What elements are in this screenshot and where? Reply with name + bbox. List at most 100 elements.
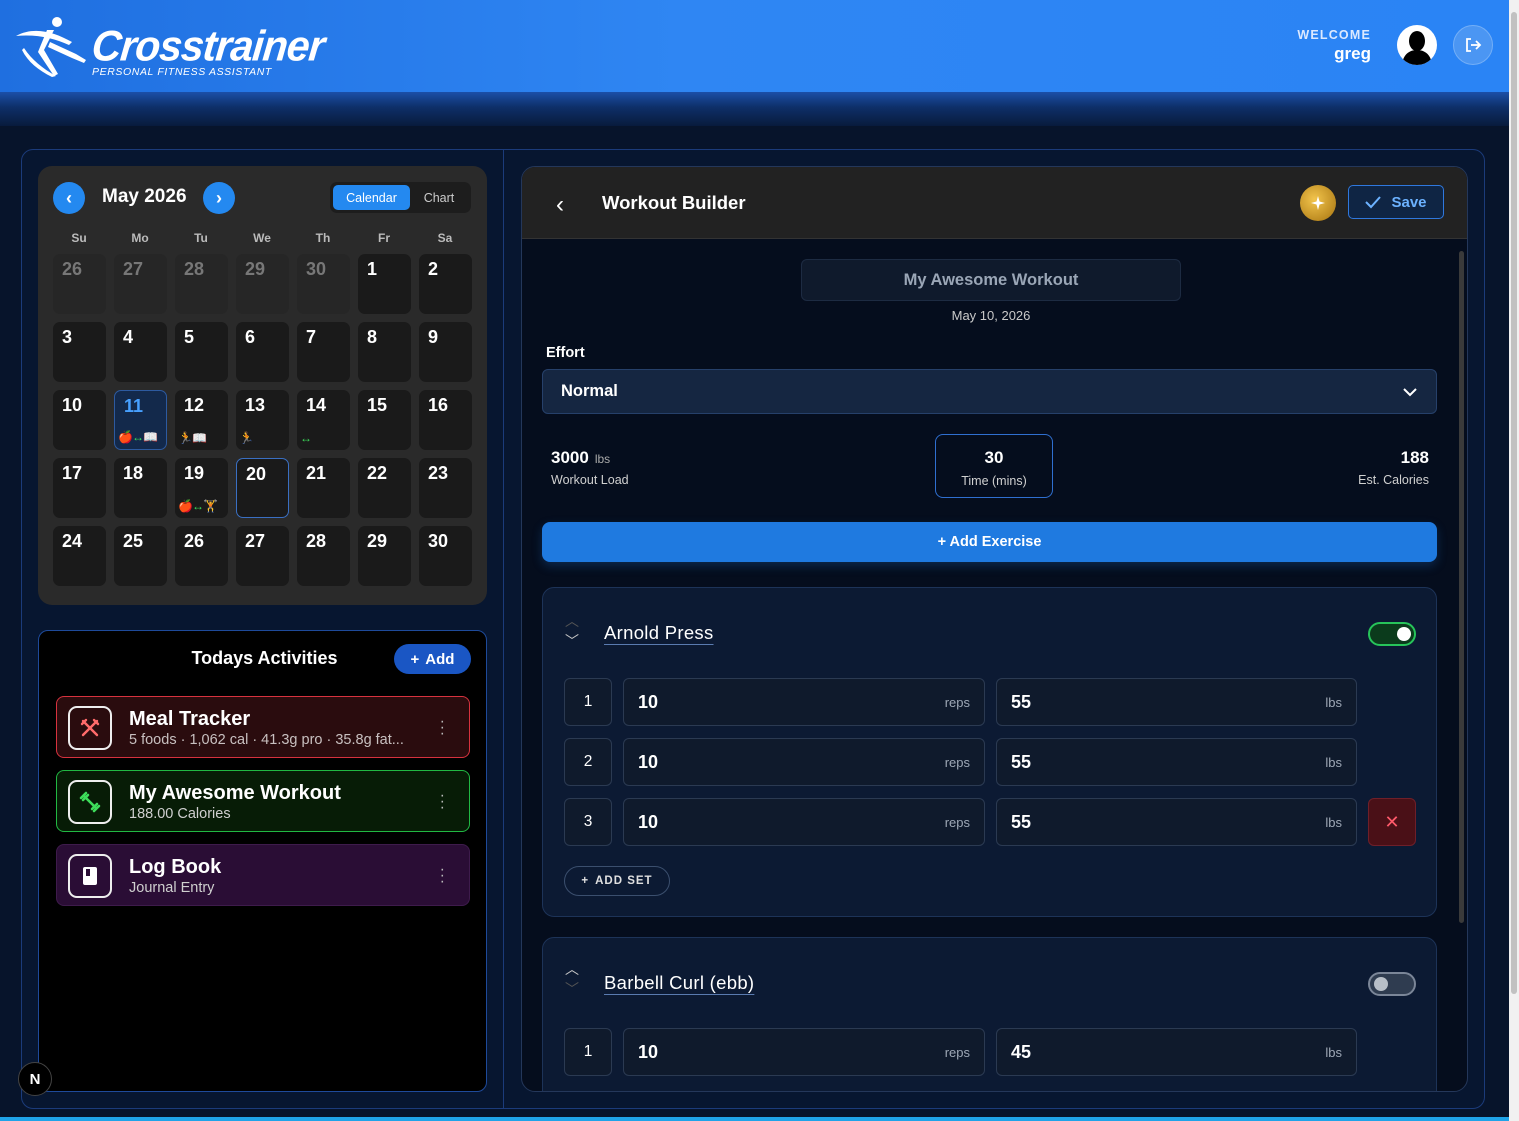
prev-month-button[interactable]: ‹ bbox=[53, 182, 85, 214]
day-number: 24 bbox=[62, 531, 83, 551]
user-avatar[interactable] bbox=[1397, 25, 1437, 65]
add-set-button[interactable]: + ADD SET bbox=[564, 866, 670, 896]
set-number: 3 bbox=[564, 798, 612, 846]
activity-markers-icon: 🏃📖 bbox=[178, 431, 207, 445]
calendar-day[interactable]: 5 bbox=[175, 322, 228, 382]
chevron-down-icon[interactable]: ﹀ bbox=[565, 982, 579, 996]
exercise-name[interactable]: Barbell Curl (ebb) bbox=[604, 972, 754, 994]
day-number: 22 bbox=[367, 463, 388, 483]
workout-name-field[interactable]: My Awesome Workout bbox=[801, 259, 1181, 301]
calendar-day[interactable]: 2 bbox=[419, 254, 472, 314]
calendar-view-tab[interactable]: Calendar bbox=[333, 185, 410, 210]
logout-button[interactable] bbox=[1453, 25, 1493, 65]
todays-activities-panel: Todays Activities + Add Meal Tracker 5 f… bbox=[38, 630, 487, 1092]
more-options-icon[interactable]: · · · bbox=[440, 862, 445, 890]
calendar-day[interactable]: 28 bbox=[297, 526, 350, 586]
dumbbell-icon bbox=[68, 780, 112, 824]
chart-view-tab[interactable]: Chart bbox=[410, 185, 468, 210]
activity-meal-tracker[interactable]: Meal Tracker 5 foods · 1,062 cal · 41.3g… bbox=[56, 696, 470, 758]
calendar-day[interactable]: 27 bbox=[114, 254, 167, 314]
next-month-button[interactable]: › bbox=[203, 182, 235, 214]
calendar-day[interactable]: 21 bbox=[297, 458, 350, 518]
weekday-label: Mo bbox=[131, 231, 149, 245]
day-number: 23 bbox=[428, 463, 449, 483]
delete-set-button[interactable]: ✕ bbox=[1368, 798, 1416, 846]
activity-markers-icon: ↔ bbox=[300, 431, 312, 445]
calendar-day[interactable]: 26 bbox=[53, 254, 106, 314]
chevron-up-icon[interactable]: ︿ bbox=[565, 614, 579, 628]
calendar-day[interactable]: 22 bbox=[358, 458, 411, 518]
calendar-day[interactable]: 16 bbox=[419, 390, 472, 450]
ai-assist-button[interactable] bbox=[1300, 185, 1336, 221]
plus-icon: + bbox=[581, 875, 590, 887]
chevron-up-icon[interactable]: ︿ bbox=[565, 962, 579, 976]
builder-scrollbar[interactable] bbox=[1459, 245, 1465, 1089]
exercise-toggle[interactable] bbox=[1368, 622, 1416, 646]
weight-value: 55 bbox=[1011, 751, 1032, 772]
reps-field[interactable]: 10 reps bbox=[623, 738, 985, 786]
calendar-day[interactable]: 18 bbox=[114, 458, 167, 518]
calendar-day[interactable]: 19 🍎↔🏋 bbox=[175, 458, 228, 518]
calendar-day[interactable]: 10 bbox=[53, 390, 106, 450]
chevron-left-icon: ‹ bbox=[66, 187, 72, 208]
activity-log-book[interactable]: Log Book Journal Entry · · · bbox=[56, 844, 470, 906]
add-activity-button[interactable]: + Add bbox=[394, 644, 471, 674]
weight-field[interactable]: 55 lbs bbox=[996, 738, 1357, 786]
calendar-day[interactable]: 15 bbox=[358, 390, 411, 450]
calendar-day[interactable]: 24 bbox=[53, 526, 106, 586]
header-shadow bbox=[0, 92, 1509, 126]
calendar-day[interactable]: 8 bbox=[358, 322, 411, 382]
day-number: 27 bbox=[123, 259, 144, 279]
reps-unit: reps bbox=[944, 694, 970, 710]
calendar-day[interactable]: 30 bbox=[297, 254, 350, 314]
dev-badge[interactable]: N bbox=[18, 1062, 52, 1096]
calendar-day[interactable]: 4 bbox=[114, 322, 167, 382]
load-value: 3000 bbox=[551, 448, 589, 467]
calendar-day[interactable]: 11 🍎↔📖 bbox=[114, 390, 167, 450]
calendar-day[interactable]: 7 bbox=[297, 322, 350, 382]
weight-field[interactable]: 45 lbs bbox=[996, 1028, 1357, 1076]
calendar-day[interactable]: 29 bbox=[358, 526, 411, 586]
effort-select[interactable]: Normal bbox=[542, 369, 1437, 414]
calendar-day[interactable]: 29 bbox=[236, 254, 289, 314]
calendar-day[interactable]: 9 bbox=[419, 322, 472, 382]
add-exercise-button[interactable]: + Add Exercise bbox=[542, 522, 1437, 562]
exercise-toggle[interactable] bbox=[1368, 972, 1416, 996]
calendar-day[interactable]: 14 ↔ bbox=[297, 390, 350, 450]
reorder-controls[interactable]: ︿ ﹀ bbox=[565, 614, 579, 648]
chevron-left-icon: ‹ bbox=[556, 191, 564, 218]
back-button[interactable]: ‹ bbox=[556, 191, 564, 219]
calendar-day[interactable]: 25 bbox=[114, 526, 167, 586]
exercise-name[interactable]: Arnold Press bbox=[604, 622, 714, 644]
calendar-day[interactable]: 23 bbox=[419, 458, 472, 518]
weight-field[interactable]: 55 lbs bbox=[996, 678, 1357, 726]
save-button[interactable]: Save bbox=[1348, 185, 1444, 219]
page-scrollbar[interactable] bbox=[1509, 0, 1519, 1121]
calendar-day[interactable]: 28 bbox=[175, 254, 228, 314]
calendar-day[interactable]: 1 bbox=[358, 254, 411, 314]
calendar-day[interactable]: 27 bbox=[236, 526, 289, 586]
check-icon bbox=[1365, 196, 1382, 209]
calendar-day[interactable]: 20 bbox=[236, 458, 289, 518]
reps-field[interactable]: 10 reps bbox=[623, 1028, 985, 1076]
calendar-day[interactable]: 13 🏃 bbox=[236, 390, 289, 450]
time-stat[interactable]: 30 Time (mins) bbox=[935, 434, 1053, 498]
set-number: 1 bbox=[564, 678, 612, 726]
more-options-icon[interactable]: · · · bbox=[440, 788, 445, 816]
calendar-day[interactable]: 3 bbox=[53, 322, 106, 382]
calendar-day[interactable]: 26 bbox=[175, 526, 228, 586]
calendar-day[interactable]: 12 🏃📖 bbox=[175, 390, 228, 450]
weight-field[interactable]: 55 lbs bbox=[996, 798, 1357, 846]
calendar-day[interactable]: 6 bbox=[236, 322, 289, 382]
reps-field[interactable]: 10 reps bbox=[623, 678, 985, 726]
calendar-day[interactable]: 30 bbox=[419, 526, 472, 586]
reps-field[interactable]: 10 reps bbox=[623, 798, 985, 846]
reorder-controls[interactable]: ︿ ﹀ bbox=[565, 962, 579, 996]
calendar-day[interactable]: 17 bbox=[53, 458, 106, 518]
more-options-icon[interactable]: · · · bbox=[440, 714, 445, 742]
weight-value: 45 bbox=[1011, 1041, 1032, 1062]
activity-workout[interactable]: My Awesome Workout 188.00 Calories · · · bbox=[56, 770, 470, 832]
set-number: 1 bbox=[564, 1028, 612, 1076]
load-unit: lbs bbox=[594, 452, 611, 466]
chevron-down-icon[interactable]: ﹀ bbox=[565, 634, 579, 648]
